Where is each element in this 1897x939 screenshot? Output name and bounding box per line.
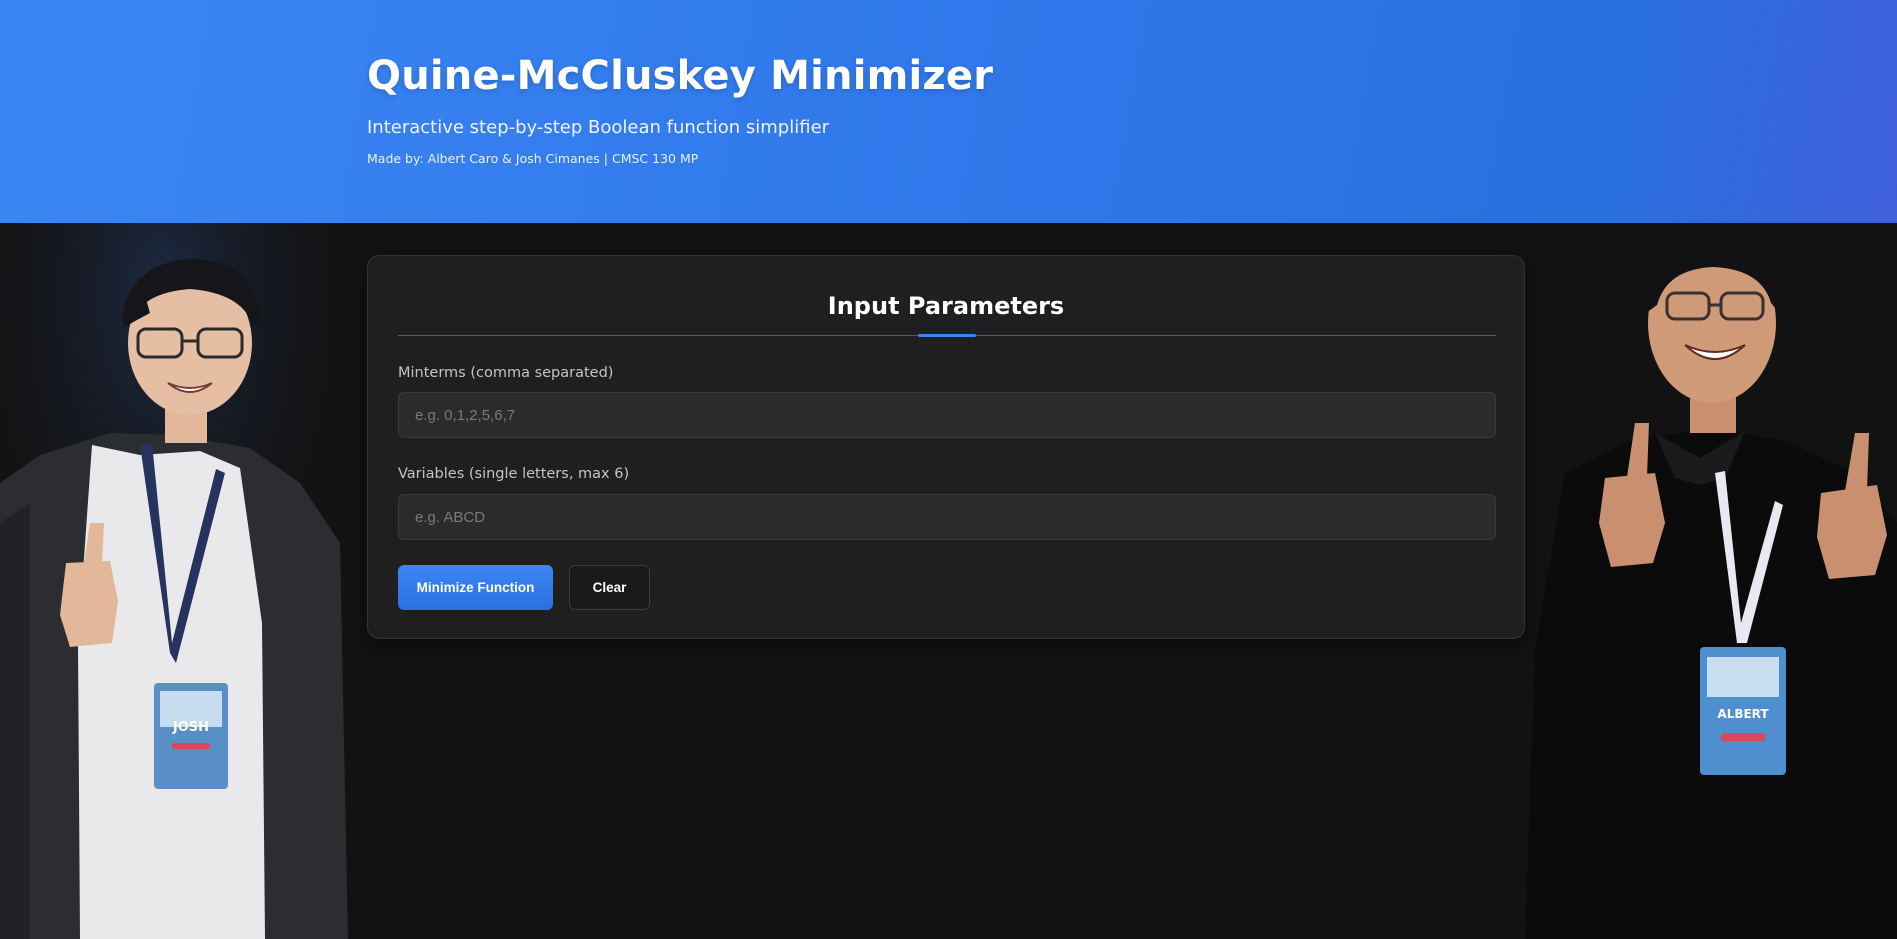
card-divider-accent (918, 334, 976, 337)
card-title: Input Parameters (827, 292, 1065, 320)
variables-input[interactable] (398, 494, 1496, 540)
input-parameters-card: Input Parameters Minterms (comma separat… (367, 255, 1525, 639)
minimize-function-button[interactable]: Minimize Function (398, 565, 553, 610)
minterms-input[interactable] (398, 392, 1496, 438)
variables-label: Variables (single letters, max 6) (398, 466, 630, 482)
author-photo-left: JOSH (0, 223, 360, 939)
page-header: Quine-McCluskey Minimizer Interactive st… (0, 0, 1897, 223)
author-photo-right: ALBERT (1525, 223, 1897, 939)
name-badge-right: ALBERT (1717, 707, 1769, 721)
header-content: Quine-McCluskey Minimizer Interactive st… (367, 50, 993, 168)
minterms-label: Minterms (comma separated) (398, 365, 614, 381)
name-badge-left: JOSH (172, 720, 209, 735)
person-left-illustration: JOSH (0, 223, 360, 939)
page-title: Quine-McCluskey Minimizer (367, 53, 994, 99)
clear-button[interactable]: Clear (569, 565, 650, 610)
page-subtitle: Interactive step-by-step Boolean functio… (367, 117, 830, 138)
person-right-illustration: ALBERT (1525, 237, 1897, 939)
author-credits: Made by: Albert Caro & Josh Cimanes | CM… (367, 151, 699, 166)
